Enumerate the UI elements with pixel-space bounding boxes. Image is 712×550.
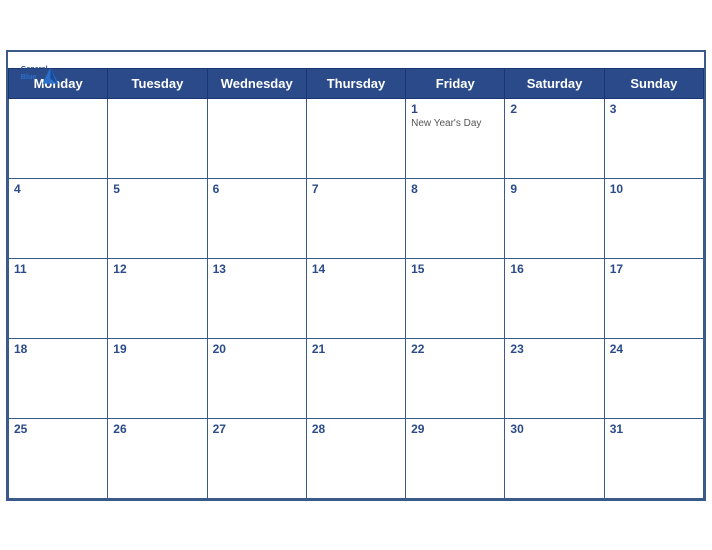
- day-number: 1: [411, 102, 499, 116]
- weekday-friday: Friday: [406, 68, 505, 98]
- day-number: 30: [510, 422, 598, 436]
- day-cell: [108, 98, 207, 178]
- calendar-table: MondayTuesdayWednesdayThursdayFridaySatu…: [8, 68, 704, 499]
- week-row-3: 11 12 13 14 15 16 17: [9, 258, 704, 338]
- calendar: General Blue MondayTuesdayWednesdayThurs…: [6, 50, 706, 501]
- day-number: 16: [510, 262, 598, 276]
- day-cell: 7: [306, 178, 405, 258]
- brand-logo: General Blue: [20, 60, 60, 88]
- day-number: 15: [411, 262, 499, 276]
- day-number: 27: [213, 422, 301, 436]
- day-number: 17: [610, 262, 698, 276]
- day-cell: 30: [505, 418, 604, 498]
- day-number: 28: [312, 422, 400, 436]
- day-cell: 28: [306, 418, 405, 498]
- day-cell: 9: [505, 178, 604, 258]
- day-cell: [207, 98, 306, 178]
- day-cell: [306, 98, 405, 178]
- day-cell: 31: [604, 418, 703, 498]
- day-cell: 1 New Year's Day: [406, 98, 505, 178]
- day-cell: 8: [406, 178, 505, 258]
- day-cell: 14: [306, 258, 405, 338]
- day-number: 29: [411, 422, 499, 436]
- weekday-thursday: Thursday: [306, 68, 405, 98]
- day-number: 12: [113, 262, 201, 276]
- day-cell: 21: [306, 338, 405, 418]
- holiday-label: New Year's Day: [411, 118, 499, 130]
- day-number: 8: [411, 182, 499, 196]
- day-cell: 20: [207, 338, 306, 418]
- day-number: 21: [312, 342, 400, 356]
- day-cell: 2: [505, 98, 604, 178]
- day-cell: 26: [108, 418, 207, 498]
- day-cell: 16: [505, 258, 604, 338]
- day-cell: 29: [406, 418, 505, 498]
- week-row-4: 18 19 20 21 22 23 24: [9, 338, 704, 418]
- day-cell: 11: [9, 258, 108, 338]
- day-number: 9: [510, 182, 598, 196]
- svg-text:Blue: Blue: [21, 71, 37, 80]
- calendar-header: General Blue: [8, 52, 704, 68]
- weekday-wednesday: Wednesday: [207, 68, 306, 98]
- weekday-sunday: Sunday: [604, 68, 703, 98]
- day-number: 3: [610, 102, 698, 116]
- day-number: 11: [14, 262, 102, 276]
- day-cell: 10: [604, 178, 703, 258]
- day-cell: 12: [108, 258, 207, 338]
- day-number: 31: [610, 422, 698, 436]
- weekday-tuesday: Tuesday: [108, 68, 207, 98]
- week-row-2: 456789 10: [9, 178, 704, 258]
- weekday-saturday: Saturday: [505, 68, 604, 98]
- day-number: 10: [610, 182, 698, 196]
- day-cell: 5: [108, 178, 207, 258]
- day-cell: 25: [9, 418, 108, 498]
- day-cell: 17: [604, 258, 703, 338]
- day-cell: 4: [9, 178, 108, 258]
- day-number: 20: [213, 342, 301, 356]
- day-number: 2: [510, 102, 598, 116]
- day-cell: 23: [505, 338, 604, 418]
- day-number: 24: [610, 342, 698, 356]
- week-row-5: 25 26 27 28 29 30 31: [9, 418, 704, 498]
- day-cell: 27: [207, 418, 306, 498]
- day-cell: 18: [9, 338, 108, 418]
- day-number: 14: [312, 262, 400, 276]
- week-row-1: 1 New Year's Day 23: [9, 98, 704, 178]
- day-cell: 15: [406, 258, 505, 338]
- day-number: 26: [113, 422, 201, 436]
- day-cell: [9, 98, 108, 178]
- day-cell: 24: [604, 338, 703, 418]
- day-cell: 13: [207, 258, 306, 338]
- day-number: 25: [14, 422, 102, 436]
- day-cell: 22: [406, 338, 505, 418]
- day-number: 4: [14, 182, 102, 196]
- day-number: 19: [113, 342, 201, 356]
- day-number: 6: [213, 182, 301, 196]
- day-cell: 19: [108, 338, 207, 418]
- day-cell: 3: [604, 98, 703, 178]
- day-number: 23: [510, 342, 598, 356]
- day-number: 22: [411, 342, 499, 356]
- day-cell: 6: [207, 178, 306, 258]
- day-number: 18: [14, 342, 102, 356]
- day-number: 7: [312, 182, 400, 196]
- day-number: 13: [213, 262, 301, 276]
- weekday-header-row: MondayTuesdayWednesdayThursdayFridaySatu…: [9, 68, 704, 98]
- day-number: 5: [113, 182, 201, 196]
